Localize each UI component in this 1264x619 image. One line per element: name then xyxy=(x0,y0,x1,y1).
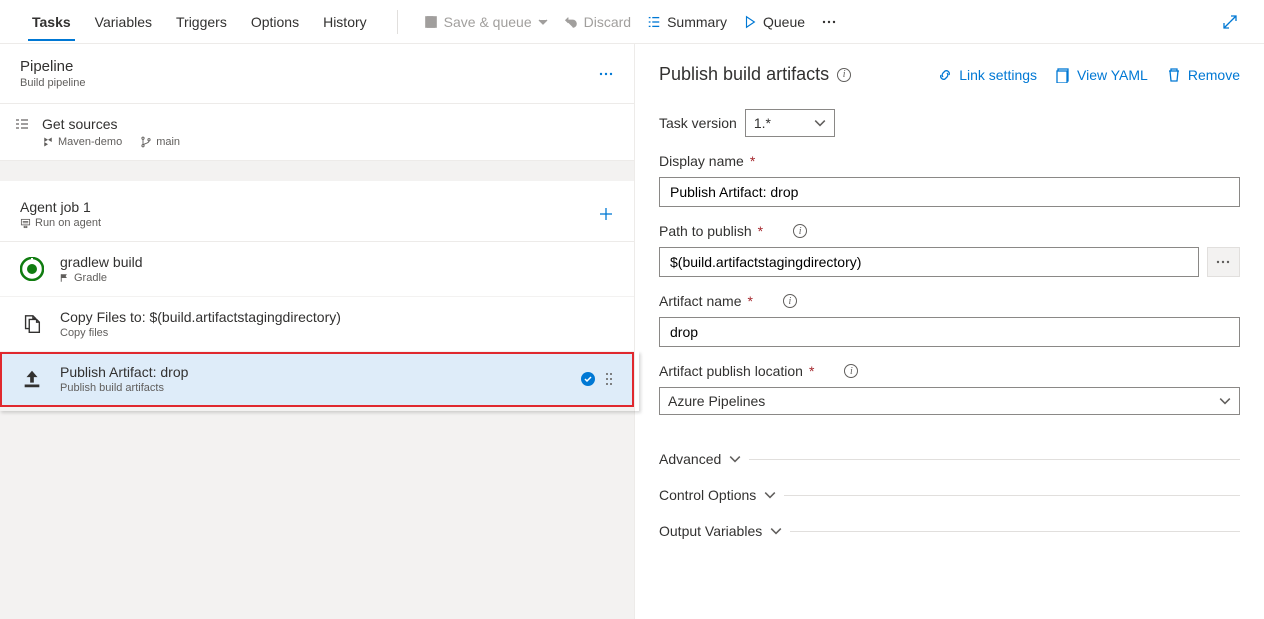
chevron-down-icon xyxy=(814,117,826,129)
detail-title: Publish build artifacts xyxy=(659,64,829,85)
artifact-name-input[interactable] xyxy=(659,317,1240,347)
tab-history[interactable]: History xyxy=(311,4,379,40)
copy-files-icon xyxy=(21,313,43,335)
task-title: Publish Artifact: drop xyxy=(60,364,188,380)
path-label: Path to publish xyxy=(659,223,752,239)
get-sources-title: Get sources xyxy=(42,116,180,132)
path-input[interactable] xyxy=(659,247,1199,277)
info-icon[interactable]: i xyxy=(793,224,807,238)
branch-icon xyxy=(140,136,152,148)
task-title: Copy Files to: $(build.artifactstagingdi… xyxy=(60,309,341,325)
section-advanced[interactable]: Advanced xyxy=(659,441,1240,477)
location-label: Artifact publish location xyxy=(659,363,803,379)
link-icon xyxy=(937,67,953,83)
chevron-down-icon xyxy=(729,453,741,465)
info-icon[interactable]: i xyxy=(837,68,851,82)
artifact-name-label: Artifact name xyxy=(659,293,741,309)
tab-options[interactable]: Options xyxy=(239,4,311,40)
summary-label: Summary xyxy=(667,14,727,30)
divider xyxy=(784,495,1240,496)
repo-icon xyxy=(42,136,54,148)
save-queue-label: Save & queue xyxy=(444,14,532,30)
task-subtitle: Copy files xyxy=(60,327,341,339)
get-sources-row[interactable]: Get sources Maven-demo main xyxy=(0,104,634,161)
required-marker: * xyxy=(809,363,814,379)
pipeline-more-button[interactable] xyxy=(598,66,614,82)
task-row-gradle[interactable]: gradlew build Gradle xyxy=(0,242,634,297)
gradle-icon xyxy=(20,257,44,281)
summary-button[interactable]: Summary xyxy=(639,8,735,36)
queue-button[interactable]: Queue xyxy=(735,8,813,36)
location-select[interactable]: Azure Pipelines xyxy=(659,387,1240,415)
tab-tasks[interactable]: Tasks xyxy=(20,4,83,40)
check-circle-icon xyxy=(580,371,596,387)
add-task-button[interactable] xyxy=(598,206,614,222)
branch-name: main xyxy=(156,136,180,148)
task-title: gradlew build xyxy=(60,254,143,270)
more-icon xyxy=(598,66,614,82)
chevron-down-icon xyxy=(538,17,548,27)
trash-icon xyxy=(1166,67,1182,83)
required-marker: * xyxy=(750,153,755,169)
browse-button[interactable] xyxy=(1207,247,1240,277)
agent-icon xyxy=(20,218,31,229)
required-marker: * xyxy=(747,293,752,309)
task-version-select[interactable]: 1.* xyxy=(745,109,835,137)
play-icon xyxy=(743,15,757,29)
plus-icon xyxy=(598,206,614,222)
display-name-input[interactable] xyxy=(659,177,1240,207)
task-version-label: Task version xyxy=(659,115,737,131)
link-settings-button[interactable]: Link settings xyxy=(937,67,1037,83)
tab-variables[interactable]: Variables xyxy=(83,4,164,40)
top-toolbar: Tasks Variables Triggers Options History… xyxy=(0,0,1264,44)
more-icon xyxy=(821,14,837,30)
section-output-variables[interactable]: Output Variables xyxy=(659,513,1240,549)
more-icon xyxy=(1215,254,1231,270)
chevron-down-icon xyxy=(1219,395,1231,407)
divider xyxy=(790,531,1240,532)
save-queue-button: Save & queue xyxy=(416,8,556,36)
save-icon xyxy=(424,15,438,29)
required-marker: * xyxy=(758,223,763,239)
discard-button: Discard xyxy=(556,8,639,36)
upload-icon xyxy=(21,368,43,390)
drag-handle-icon[interactable] xyxy=(604,371,614,387)
repo-name: Maven-demo xyxy=(58,136,122,148)
pipeline-title: Pipeline xyxy=(20,58,85,75)
pipeline-header[interactable]: Pipeline Build pipeline xyxy=(0,44,634,104)
agent-job-title: Agent job 1 xyxy=(20,199,101,215)
info-icon[interactable]: i xyxy=(844,364,858,378)
chevron-down-icon xyxy=(770,525,782,537)
agent-job-header[interactable]: Agent job 1 Run on agent xyxy=(0,181,634,242)
queue-label: Queue xyxy=(763,14,805,30)
toolbar-divider xyxy=(397,10,398,34)
remove-button[interactable]: Remove xyxy=(1166,67,1240,83)
more-button[interactable] xyxy=(813,8,845,36)
sources-icon xyxy=(14,116,30,132)
undo-icon xyxy=(564,15,578,29)
summary-icon xyxy=(647,15,661,29)
expand-button[interactable] xyxy=(1216,8,1244,36)
agent-subtitle: Run on agent xyxy=(35,217,101,229)
discard-label: Discard xyxy=(584,14,631,30)
pipeline-pane: Pipeline Build pipeline Get sources Mave… xyxy=(0,44,635,619)
task-subtitle: Publish build artifacts xyxy=(60,382,188,394)
flag-icon xyxy=(60,273,70,283)
task-row-copy-files[interactable]: Copy Files to: $(build.artifactstagingdi… xyxy=(0,297,634,352)
section-control-options[interactable]: Control Options xyxy=(659,477,1240,513)
task-detail-pane: Publish build artifacts i Link settings … xyxy=(635,44,1264,619)
view-yaml-button[interactable]: View YAML xyxy=(1055,67,1148,83)
tab-triggers[interactable]: Triggers xyxy=(164,4,239,40)
info-icon[interactable]: i xyxy=(783,294,797,308)
chevron-down-icon xyxy=(764,489,776,501)
pipeline-subtitle: Build pipeline xyxy=(20,77,85,89)
yaml-icon xyxy=(1055,67,1071,83)
expand-icon xyxy=(1222,14,1238,30)
task-row-publish-artifact[interactable]: Publish Artifact: drop Publish build art… xyxy=(0,352,634,407)
divider xyxy=(749,459,1240,460)
display-name-label: Display name xyxy=(659,153,744,169)
